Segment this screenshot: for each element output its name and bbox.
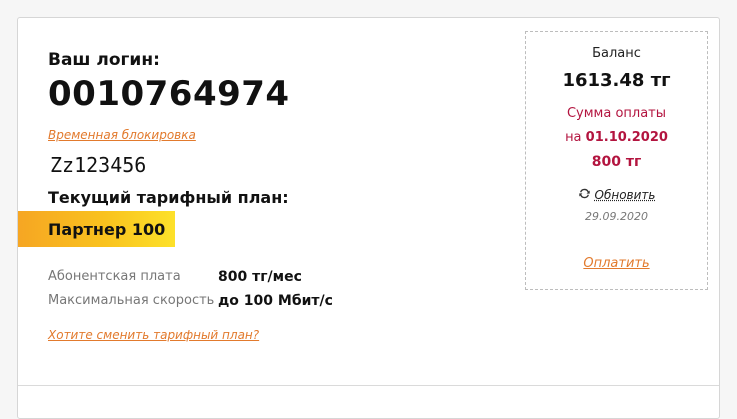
change-tariff-link[interactable]: Хотите сменить тарифный план? — [48, 328, 259, 342]
tariff-label: Текущий тарифный план: — [48, 188, 289, 207]
section-divider — [18, 385, 719, 386]
temporary-block-link[interactable]: Временная блокировка — [48, 128, 196, 142]
login-label: Ваш логин: — [48, 50, 160, 70]
detail-value: 800 тг/мес — [218, 269, 302, 285]
account-card: Ваш логин: 0010764974 Временная блокиров… — [17, 17, 720, 419]
balance-amount: 1613.48 тг — [562, 70, 671, 91]
refresh-control[interactable]: Обновить — [526, 187, 707, 203]
password-value: Zz123456 — [50, 153, 147, 177]
payment-date: 01.10.2020 — [585, 130, 668, 145]
detail-key: Абонентская плата — [48, 269, 181, 284]
tariff-name: Партнер 100 — [48, 219, 166, 239]
refresh-date: 29.09.2020 — [585, 210, 648, 223]
detail-key: Максимальная скорость — [48, 293, 215, 308]
tariff-badge: Партнер 100 — [18, 211, 175, 247]
detail-row-fee: Абонентская плата 800 тг/мес — [48, 269, 302, 285]
pay-link[interactable]: Оплатить — [526, 256, 707, 271]
refresh-icon[interactable] — [578, 187, 591, 203]
detail-value: до 100 Мбит/с — [218, 293, 333, 309]
balance-box: Баланс 1613.48 тг Сумма оплаты на 01.10.… — [525, 31, 708, 290]
refresh-button[interactable]: Обновить — [595, 188, 656, 202]
payment-amount: 800 тг — [591, 154, 642, 170]
detail-row-speed: Максимальная скорость до 100 Мбит/с — [48, 293, 333, 309]
payment-sum-label: Сумма оплаты — [566, 106, 667, 121]
login-value: 0010764974 — [48, 74, 290, 114]
balance-title: Баланс — [592, 46, 641, 61]
payment-date-row: на 01.10.2020 — [526, 130, 707, 145]
payment-date-prefix: на — [565, 130, 582, 145]
